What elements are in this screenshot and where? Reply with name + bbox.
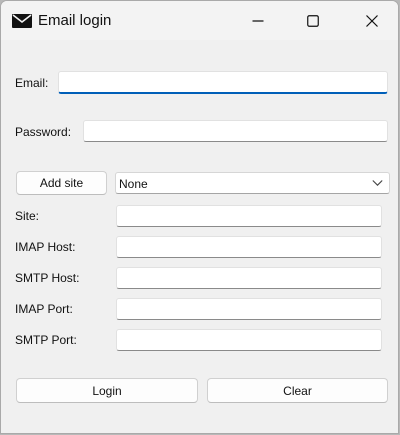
site-label: Site: <box>15 209 40 223</box>
site-select[interactable]: None <box>115 172 390 194</box>
title-bar[interactable]: Email login <box>1 1 398 40</box>
smtp-host-input[interactable] <box>116 267 382 289</box>
email-label: Email: <box>15 76 49 90</box>
close-button[interactable] <box>346 1 398 40</box>
login-button[interactable]: Login <box>16 378 198 403</box>
imap-host-input[interactable] <box>116 236 382 258</box>
window-title: Email login <box>38 12 112 29</box>
imap-port-input[interactable] <box>116 298 382 320</box>
minimize-button[interactable] <box>232 1 284 40</box>
chevron-down-icon <box>372 180 383 186</box>
password-input[interactable] <box>83 120 388 142</box>
maximize-icon <box>307 14 319 27</box>
site-input[interactable] <box>116 205 382 227</box>
envelope-icon <box>12 14 32 28</box>
close-icon <box>366 14 378 27</box>
minimize-icon <box>252 19 264 22</box>
password-label: Password: <box>15 125 72 139</box>
site-select-value: None <box>119 177 148 191</box>
smtp-host-label: SMTP Host: <box>15 271 80 285</box>
email-input[interactable] <box>58 71 388 94</box>
smtp-port-label: SMTP Port: <box>15 333 77 347</box>
smtp-port-input[interactable] <box>116 329 382 351</box>
imap-host-label: IMAP Host: <box>15 240 76 254</box>
imap-port-label: IMAP Port: <box>15 302 73 316</box>
email-login-window: Email login Email: Password: Add site No… <box>0 0 399 434</box>
add-site-button[interactable]: Add site <box>16 171 107 195</box>
clear-button[interactable]: Clear <box>207 378 388 403</box>
maximize-button[interactable] <box>287 1 339 40</box>
